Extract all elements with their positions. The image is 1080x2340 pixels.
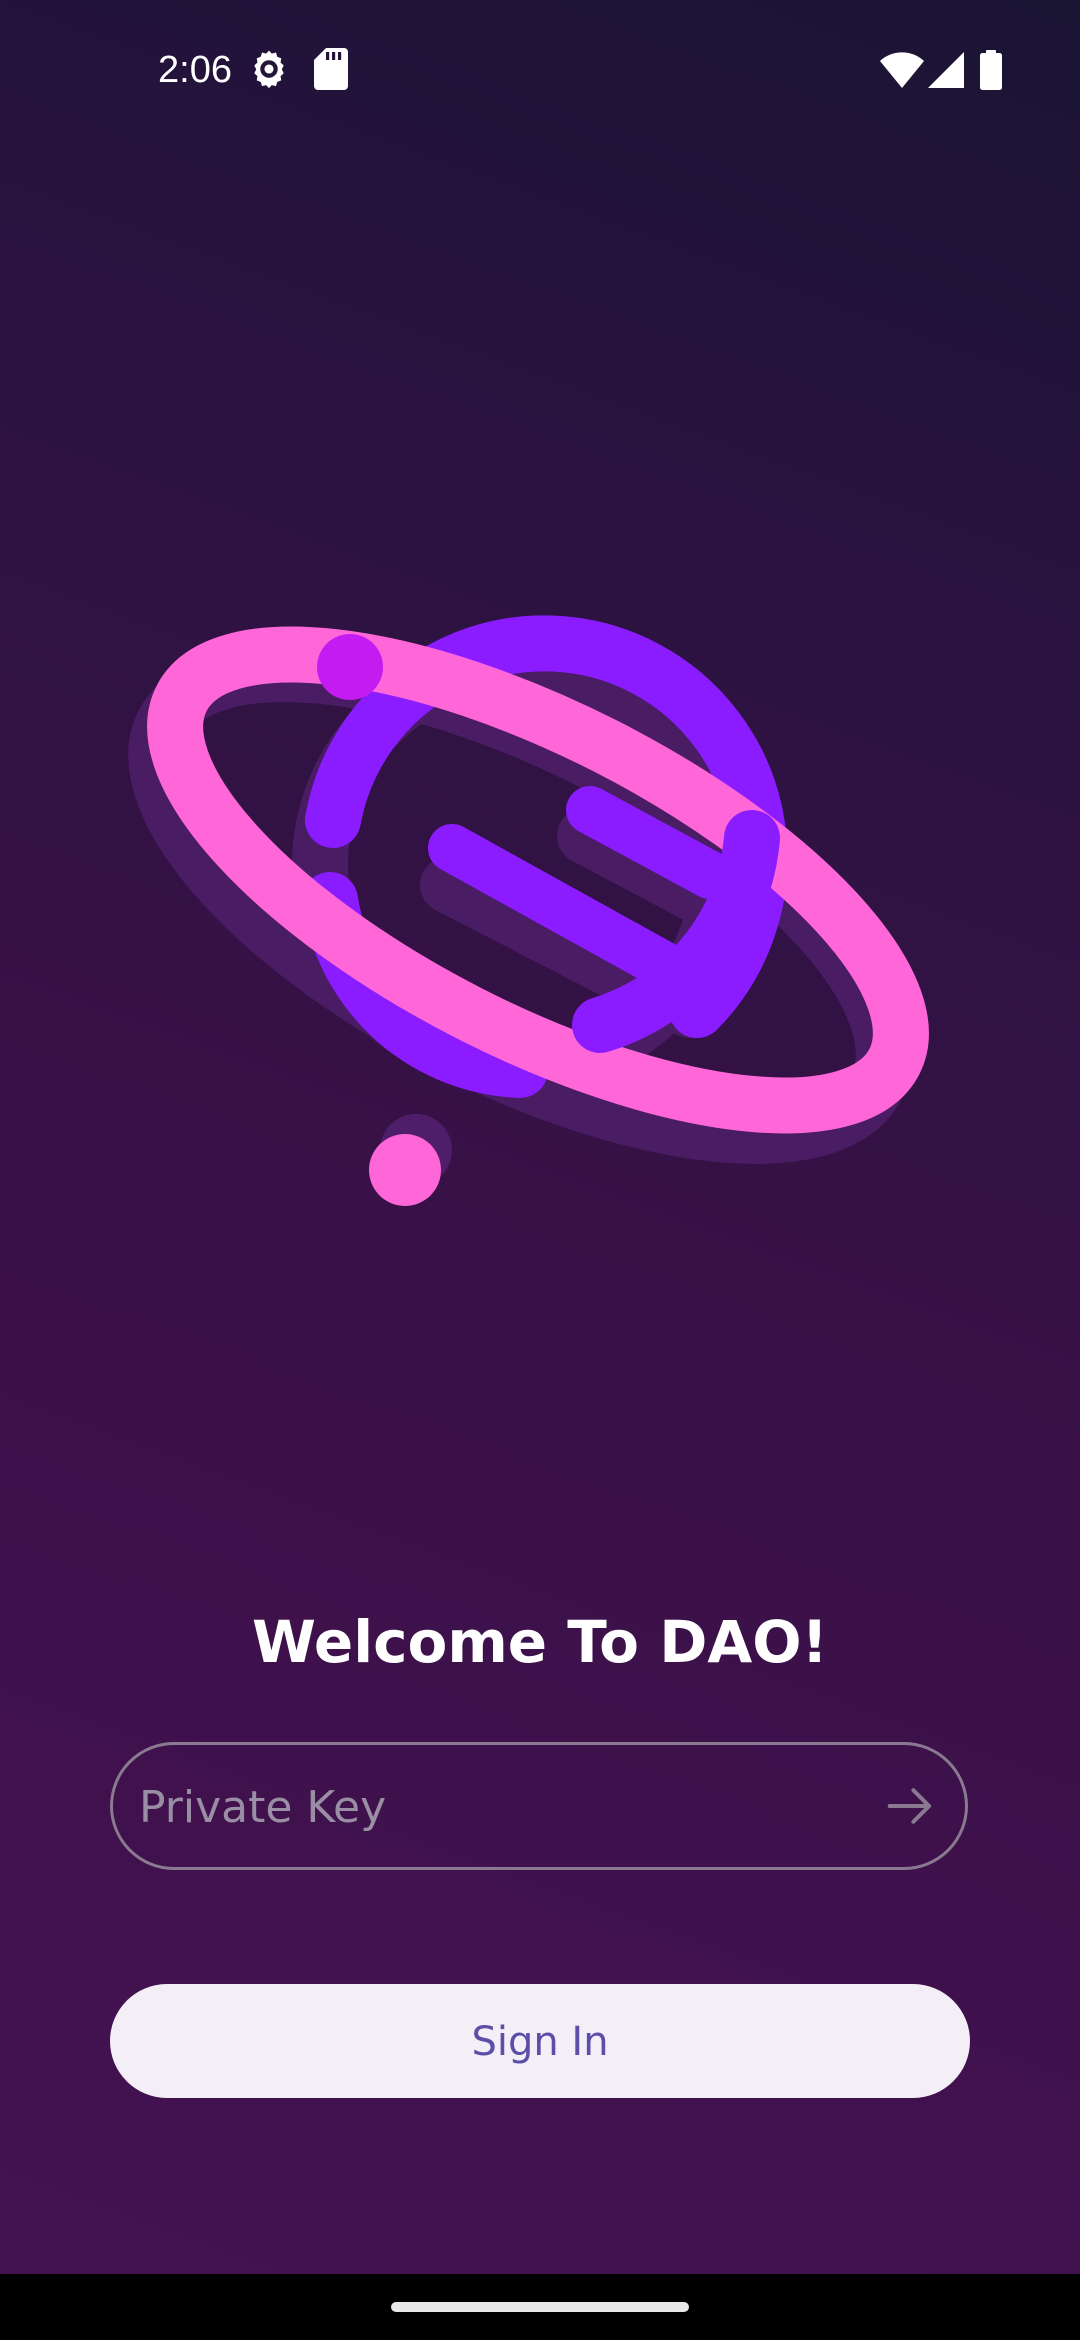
settings-icon [248, 48, 290, 94]
planet-logo [0, 560, 1080, 1260]
wifi-icon [880, 52, 924, 92]
welcome-title: Welcome To DAO! [251, 1608, 828, 1676]
sign-in-button[interactable]: Sign In [110, 1984, 970, 2098]
sd-card-icon [314, 48, 348, 94]
home-handle[interactable] [391, 2302, 689, 2312]
arrow-right-icon[interactable] [883, 1779, 937, 1837]
navigation-bar [0, 2274, 1080, 2340]
status-time: 2:06 [158, 49, 232, 91]
battery-icon [980, 50, 1002, 94]
signal-icon [928, 52, 964, 92]
private-key-field[interactable] [110, 1742, 968, 1870]
private-key-input[interactable] [137, 1745, 861, 1869]
status-bar: 2:06 [0, 0, 1080, 140]
